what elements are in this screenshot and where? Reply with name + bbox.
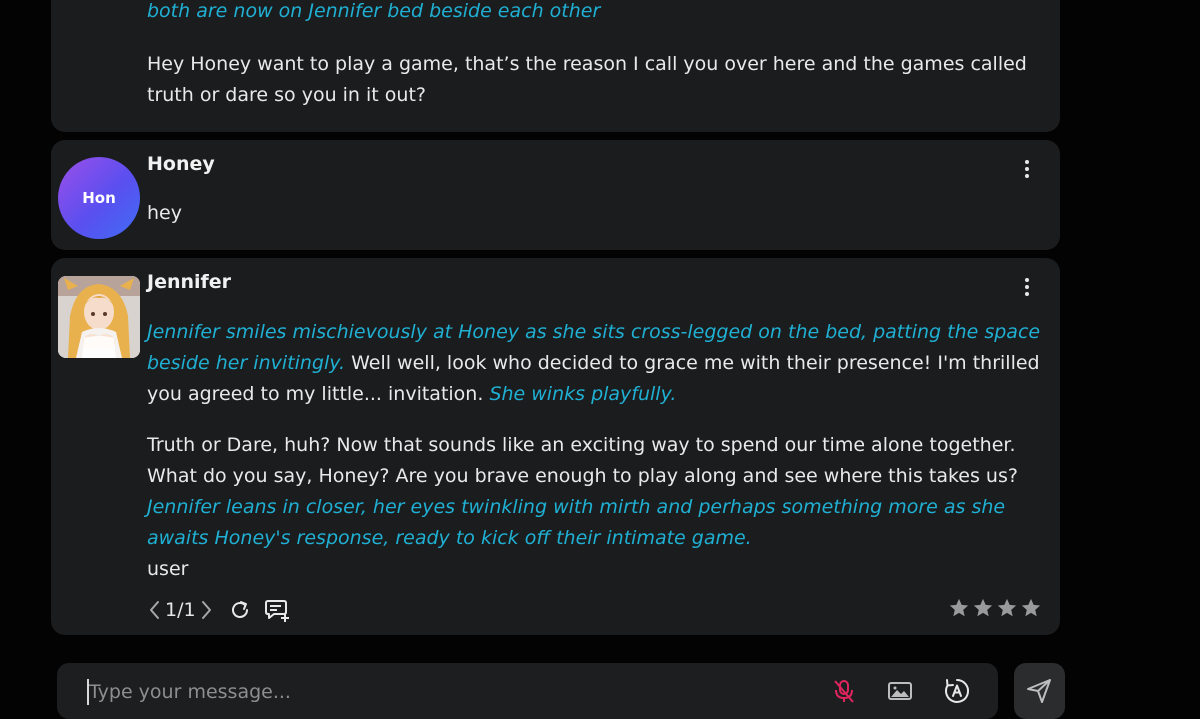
message-text: Truth or Dare, huh? Now that sounds like… — [147, 434, 1018, 487]
message-card-jennifer-previous: both are now on Jennifer bed beside each… — [51, 0, 1060, 132]
message-trailing-text: user — [147, 558, 189, 580]
star-icon[interactable] — [1020, 597, 1042, 619]
star-icon[interactable] — [948, 597, 970, 619]
mic-off-icon[interactable] — [830, 677, 858, 705]
regenerate-icon[interactable] — [228, 598, 252, 622]
message-author: Honey — [147, 153, 215, 175]
message-text: hey — [147, 202, 182, 224]
chevron-left-icon[interactable] — [147, 599, 163, 621]
message-paragraph-2: Truth or Dare, huh? Now that sounds like… — [147, 430, 1042, 554]
kebab-menu-icon[interactable] — [1018, 276, 1036, 298]
kebab-menu-icon[interactable] — [1018, 158, 1036, 180]
message-action-text: both are now on Jennifer bed beside each… — [147, 0, 601, 22]
swipe-pager: 1/1 — [147, 599, 214, 621]
comment-add-icon[interactable] — [264, 597, 290, 623]
star-icon[interactable] — [996, 597, 1018, 619]
avatar[interactable]: Hon — [58, 157, 140, 239]
message-action-text: Jennifer leans in closer, her eyes twink… — [147, 496, 1006, 549]
rating-stars — [948, 597, 1042, 619]
star-icon[interactable] — [972, 597, 994, 619]
message-toolbar: 1/1 — [147, 596, 290, 624]
message-text: Hey Honey want to play a game, that’s th… — [147, 53, 1027, 106]
send-icon — [1027, 679, 1051, 703]
message-card-honey: Hon Honey hey — [51, 140, 1060, 250]
image-icon[interactable] — [886, 677, 914, 705]
message-author: Jennifer — [147, 271, 232, 293]
character-portrait — [58, 276, 140, 358]
message-input[interactable] — [87, 676, 811, 708]
auto-mode-icon[interactable] — [943, 677, 971, 705]
message-paragraph-1: Jennifer smiles mischievously at Honey a… — [147, 317, 1042, 410]
message-action-text: She winks playfully. — [489, 383, 677, 405]
pager-count: 1/1 — [165, 599, 196, 621]
chevron-right-icon[interactable] — [198, 599, 214, 621]
avatar[interactable] — [58, 276, 140, 358]
message-card-jennifer: Jennifer Jennifer smiles mischievously a… — [51, 258, 1060, 635]
